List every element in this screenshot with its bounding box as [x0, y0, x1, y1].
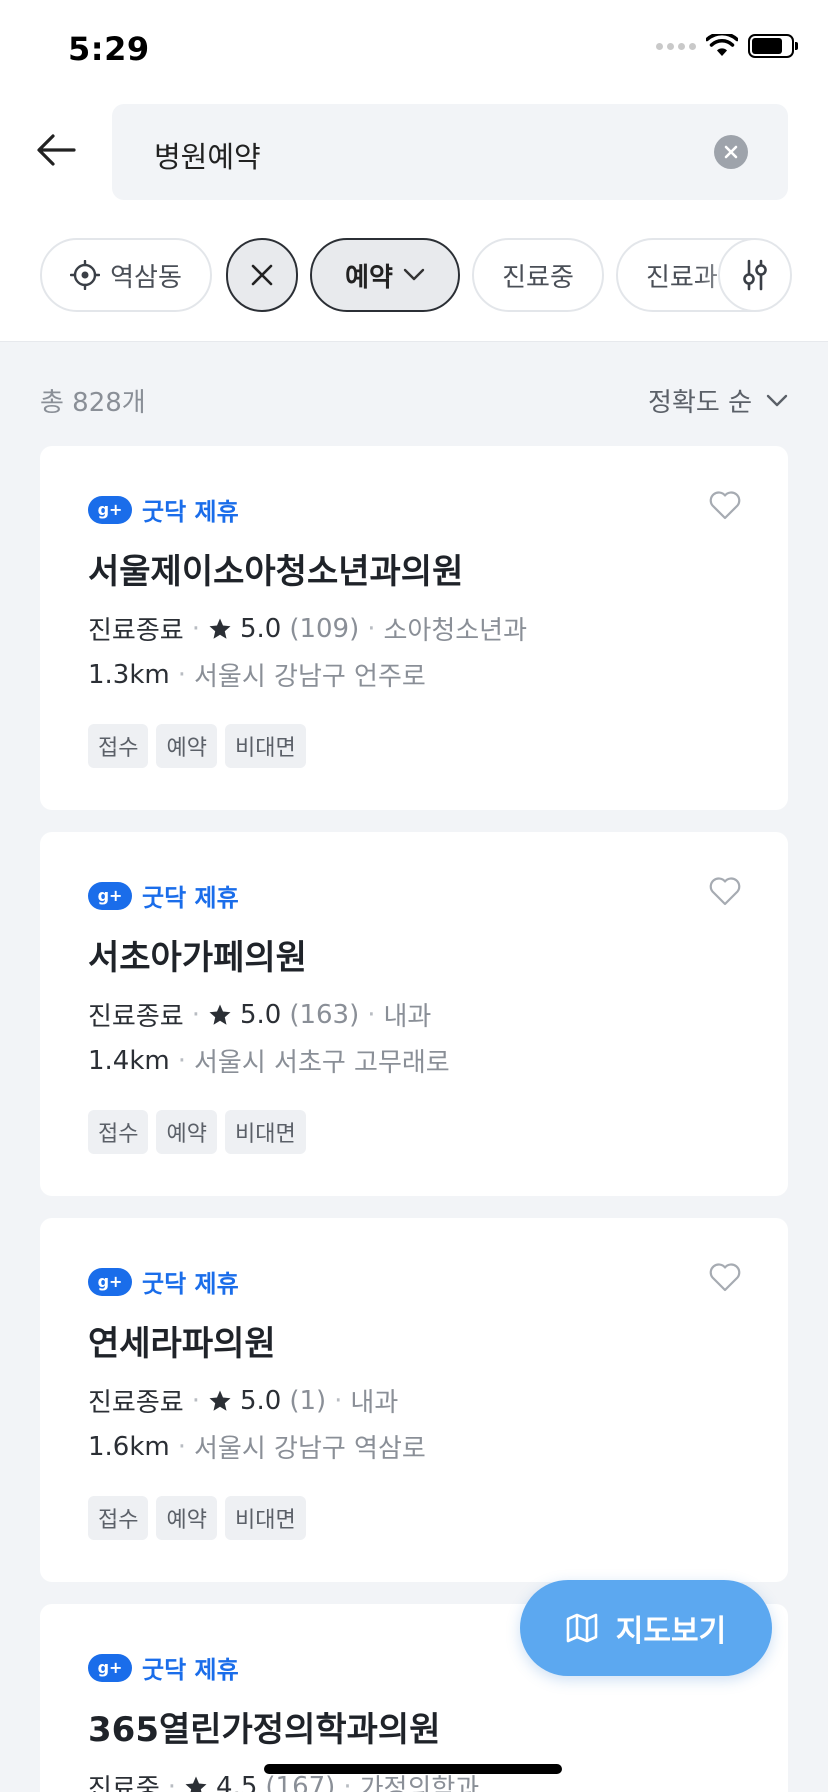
tag-reserve: 예약 [156, 724, 217, 768]
clinic-status: 진료중 [88, 1774, 160, 1792]
close-icon [251, 264, 273, 286]
clinic-distance: 1.3km [88, 659, 170, 690]
star-icon [208, 1003, 232, 1027]
clinic-name: 연세라파의원 [88, 1324, 276, 1364]
tag-checkin: 접수 [88, 1496, 149, 1540]
clinic-card[interactable]: g+ 굿닥 제휴 서초아가페의원 진료종료 · 5.0 (163) · 내과 1… [40, 832, 788, 1196]
open-now-chip[interactable]: 진료중 [472, 238, 604, 312]
partner-text: 굿닥 제휴 [142, 1270, 239, 1298]
partner-text: 굿닥 제휴 [142, 884, 239, 912]
result-count: 총 828개 [40, 388, 146, 418]
clinic-name: 서초아가페의원 [88, 938, 307, 978]
partner-label: g+ 굿닥 제휴 [88, 492, 239, 527]
status-icons [656, 34, 798, 58]
clinic-info: 진료종료 · 5.0 (109) · 소아청소년과 [88, 610, 527, 647]
clinic-location: 1.3km · 서울시 강남구 언주로 [88, 656, 426, 693]
status-time: 5:29 [68, 30, 150, 68]
map-view-label: 지도보기 [615, 1614, 727, 1649]
header: 병원예약 역삼동 예약 진료중 진료과목 [0, 100, 828, 342]
clinic-department: 내과 [350, 1388, 399, 1418]
goodoc-plus-icon: g+ [88, 1267, 132, 1296]
partner-label: g+ 굿닥 제휴 [88, 878, 239, 913]
clinic-name: 서울제이소아청소년과의원 [88, 552, 464, 592]
star-icon [208, 1389, 232, 1413]
tag-reserve: 예약 [156, 1110, 217, 1154]
clinic-rating: 5.0 [239, 1385, 282, 1416]
search-input[interactable]: 병원예약 [112, 104, 788, 200]
back-arrow-icon [37, 134, 76, 166]
review-count: (163) [289, 999, 360, 1030]
heart-icon[interactable] [708, 1260, 742, 1294]
status-bar: 5:29 [0, 0, 828, 100]
sort-label: 정확도 순 [648, 388, 752, 418]
heart-icon[interactable] [708, 874, 742, 908]
clinic-name: 365열린가정의학과의원 [88, 1710, 441, 1750]
goodoc-plus-icon: g+ [88, 881, 132, 910]
clinic-rating: 4.5 [216, 1771, 258, 1792]
service-tags: 접수 예약 비대면 [88, 1110, 306, 1154]
goodoc-plus-icon: g+ [88, 495, 132, 524]
clinic-department: 내과 [383, 1002, 432, 1032]
clinic-status: 진료종료 [88, 1388, 184, 1418]
wifi-icon [706, 34, 738, 56]
clinic-distance: 1.6km [88, 1431, 170, 1462]
clinic-address: 서울시 강남구 언주로 [194, 662, 426, 692]
clinic-distance: 1.4km [88, 1045, 170, 1076]
sliders-icon [743, 259, 767, 291]
goodoc-plus-icon: g+ [88, 1653, 132, 1682]
clear-filters-chip[interactable] [226, 238, 298, 312]
close-icon [724, 145, 738, 159]
partner-text: 굿닥 제휴 [142, 498, 239, 526]
filter-chips: 역삼동 예약 진료중 진료과목 [40, 238, 792, 312]
star-icon [184, 1775, 208, 1792]
chevron-down-icon [403, 268, 425, 281]
back-button[interactable] [30, 124, 82, 176]
location-target-icon [70, 260, 101, 290]
partner-text: 굿닥 제휴 [142, 1656, 239, 1684]
search-value: 병원예약 [154, 140, 261, 174]
sort-dropdown[interactable]: 정확도 순 [648, 382, 788, 419]
partner-label: g+ 굿닥 제휴 [88, 1264, 239, 1299]
review-count: (167) [265, 1771, 336, 1792]
tag-telemedicine: 비대면 [224, 1110, 306, 1154]
location-chip-label: 역삼동 [110, 262, 182, 293]
tag-reserve: 예약 [156, 1496, 217, 1540]
clinic-rating: 5.0 [239, 999, 282, 1030]
filter-settings-button[interactable] [718, 238, 792, 312]
signal-icon [656, 42, 696, 50]
open-now-chip-label: 진료중 [502, 262, 574, 293]
clinic-card[interactable]: g+ 굿닥 제휴 연세라파의원 진료종료 · 5.0 (1) · 내과 1.6k… [40, 1218, 788, 1582]
battery-icon [748, 34, 798, 58]
clinic-address: 서울시 강남구 역삼로 [194, 1434, 426, 1464]
reserve-chip[interactable]: 예약 [310, 238, 460, 312]
clinic-card[interactable]: g+ 굿닥 제휴 서울제이소아청소년과의원 진료종료 · 5.0 (109) ·… [40, 446, 788, 810]
clinic-location: 1.4km · 서울시 서초구 고무래로 [88, 1042, 450, 1079]
tag-telemedicine: 비대면 [224, 1496, 306, 1540]
home-indicator [264, 1764, 562, 1774]
clinic-info: 진료종료 · 5.0 (1) · 내과 [88, 1382, 398, 1419]
tag-telemedicine: 비대면 [224, 724, 306, 768]
clinic-location: 1.6km · 서울시 강남구 역삼로 [88, 1428, 426, 1465]
chevron-down-icon [766, 394, 788, 406]
review-count: (1) [289, 1385, 327, 1416]
clinic-status: 진료종료 [88, 1002, 184, 1032]
clinic-rating: 5.0 [239, 613, 282, 644]
location-chip[interactable]: 역삼동 [40, 238, 212, 312]
heart-icon[interactable] [708, 488, 742, 522]
partner-label: g+ 굿닥 제휴 [88, 1650, 239, 1685]
clinic-info: 진료종료 · 5.0 (163) · 내과 [88, 996, 431, 1033]
star-icon [208, 617, 232, 641]
clinic-address: 서울시 서초구 고무래로 [194, 1048, 450, 1078]
map-icon [566, 1613, 598, 1643]
tag-checkin: 접수 [88, 1110, 149, 1154]
tag-checkin: 접수 [88, 724, 149, 768]
clear-search-button[interactable] [714, 135, 748, 169]
service-tags: 접수 예약 비대면 [88, 724, 306, 768]
review-count: (109) [289, 613, 360, 644]
service-tags: 접수 예약 비대면 [88, 1496, 306, 1540]
clinic-status: 진료종료 [88, 616, 184, 646]
map-view-button[interactable]: 지도보기 [520, 1580, 772, 1676]
reserve-chip-label: 예약 [345, 262, 393, 293]
clinic-department: 소아청소년과 [383, 616, 528, 646]
